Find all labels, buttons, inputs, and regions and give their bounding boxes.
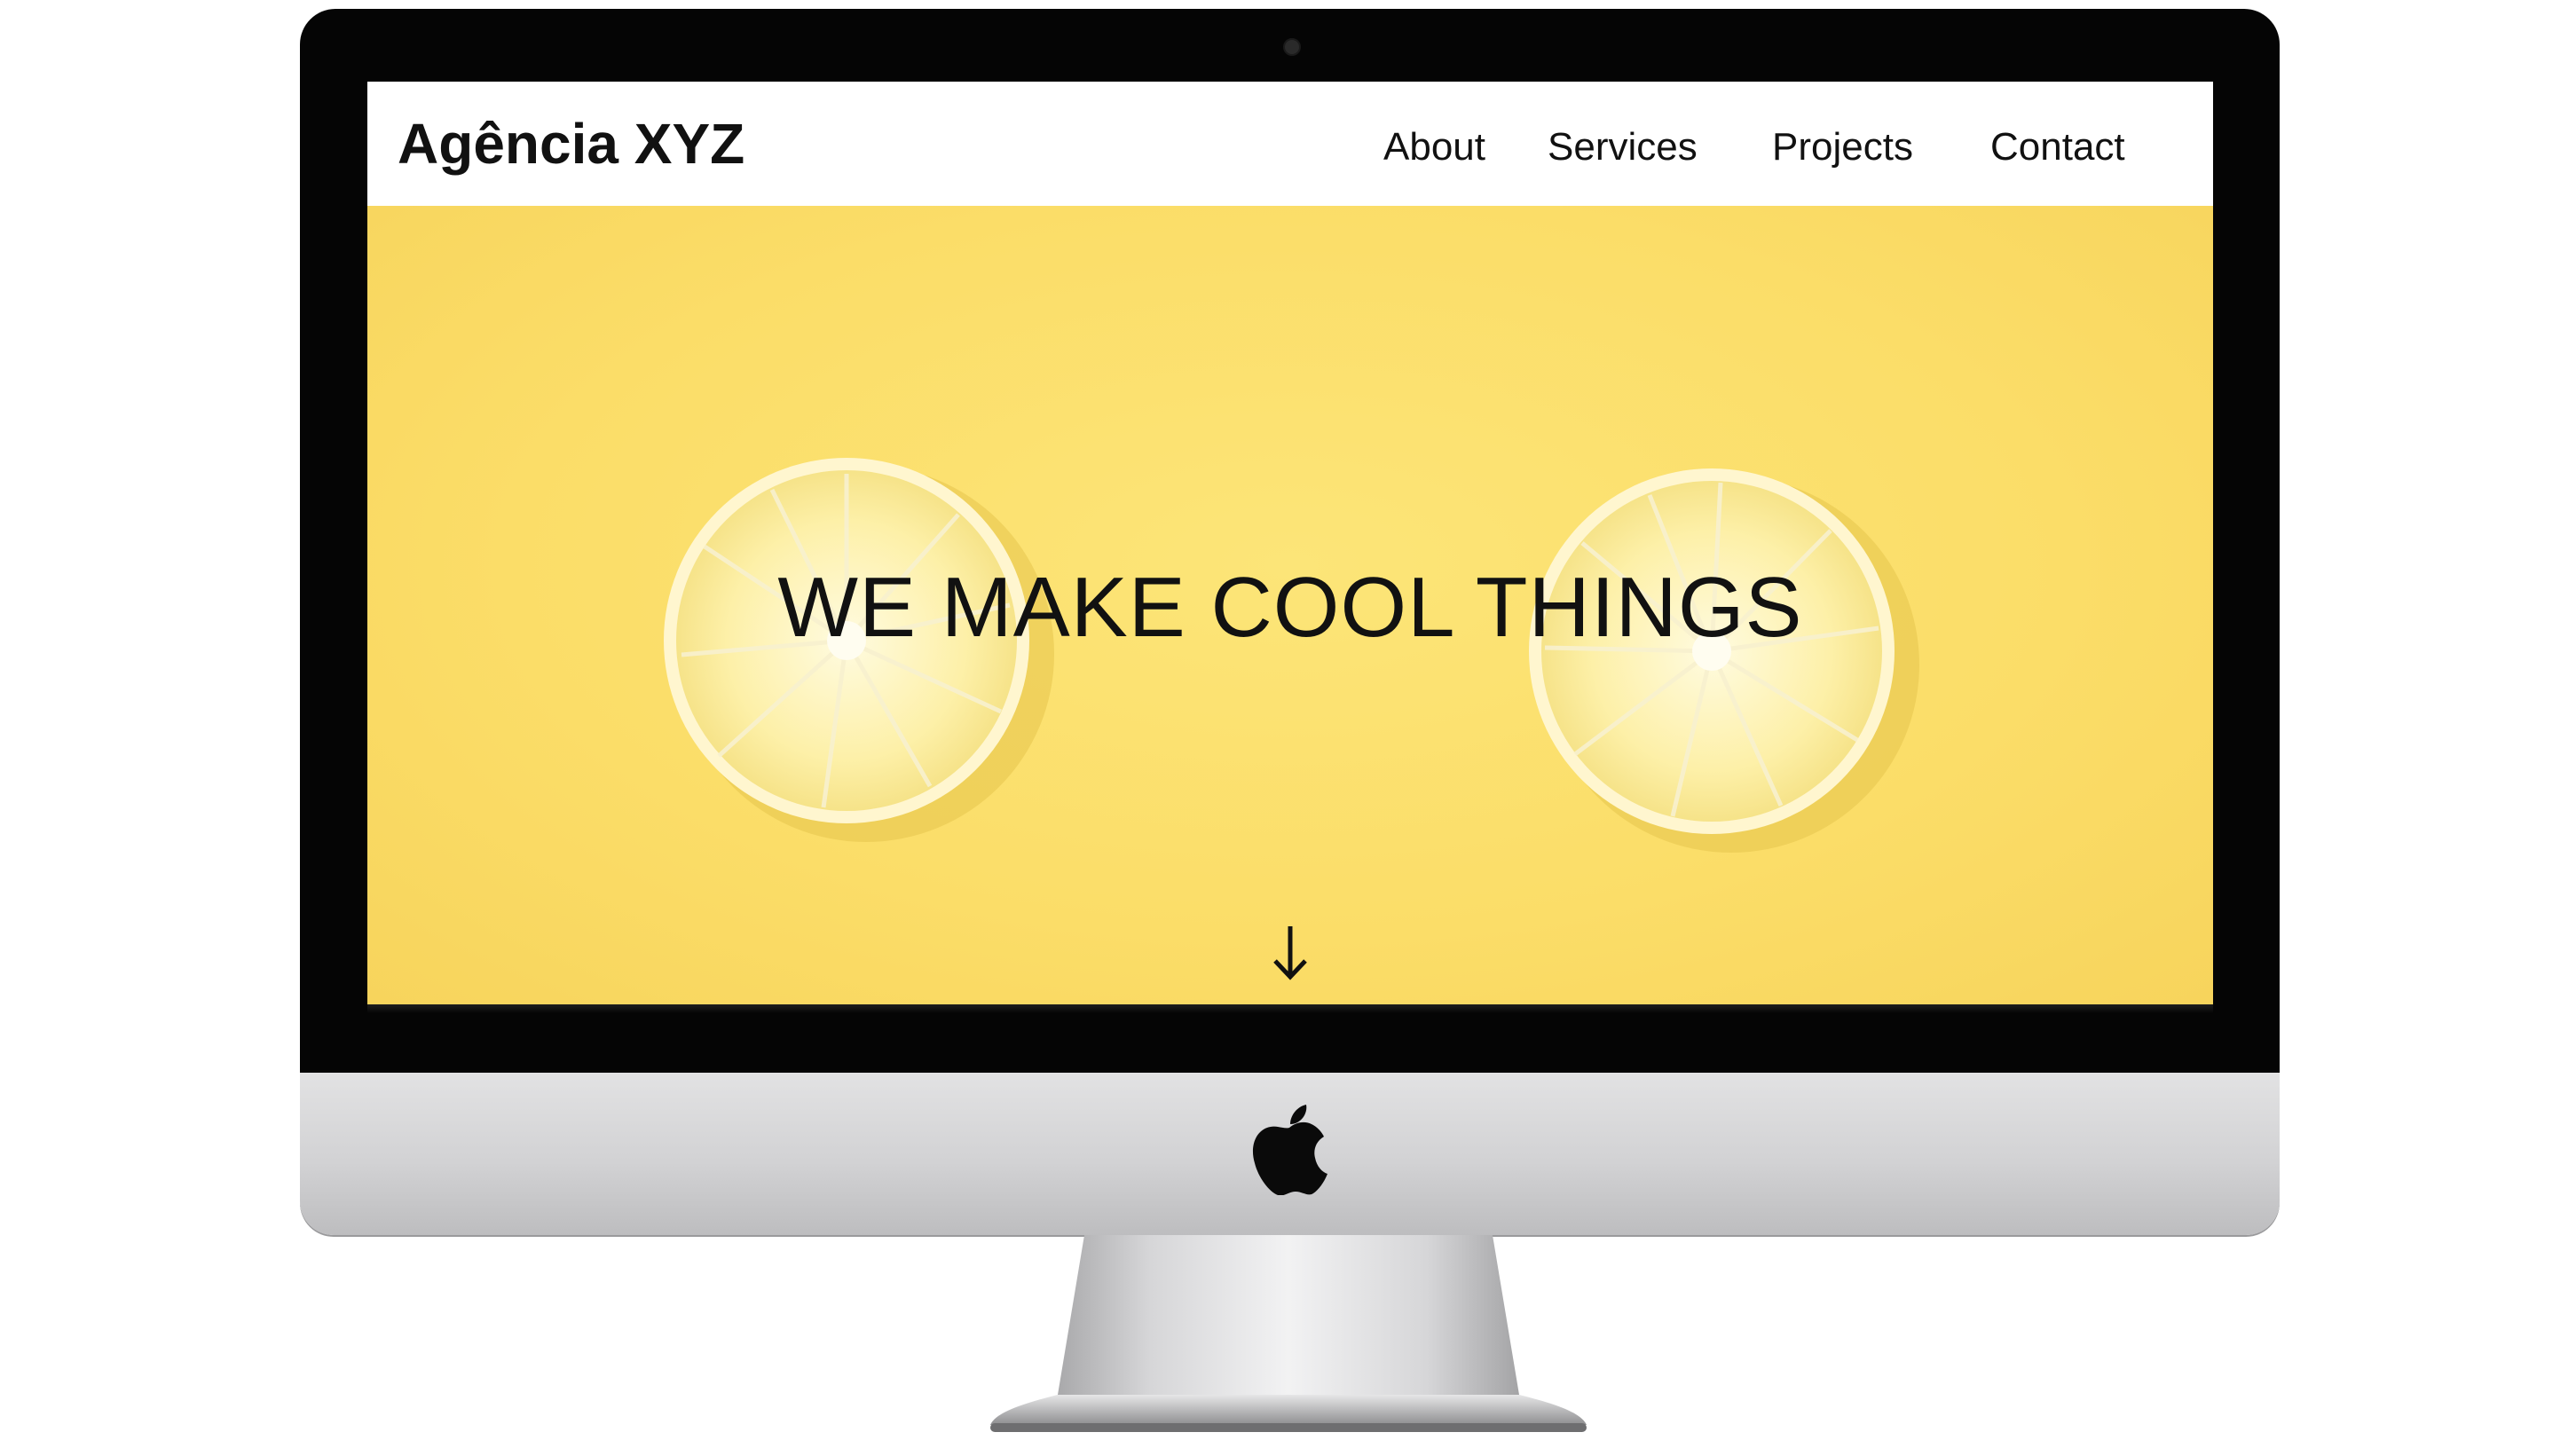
hero-section: WE MAKE COOL THINGS xyxy=(367,206,2213,1004)
monitor-stand xyxy=(990,1235,1587,1432)
nav-link-contact[interactable]: Contact xyxy=(1990,121,2125,174)
camera-icon xyxy=(1283,38,1301,56)
site-header: Agência XYZ About Services Projects Cont… xyxy=(367,82,2213,206)
brand-logo[interactable]: Agência XYZ xyxy=(398,110,744,177)
apple-logo-icon xyxy=(1252,1105,1327,1195)
hero-headline: WE MAKE COOL THINGS xyxy=(777,560,1803,655)
nav-link-about[interactable]: About xyxy=(1383,121,1485,174)
website-screen: Agência XYZ About Services Projects Cont… xyxy=(367,82,2213,1004)
screen-edge-shadow xyxy=(367,1004,2213,1013)
arrow-down-icon[interactable] xyxy=(1268,921,1312,983)
nav-link-projects[interactable]: Projects xyxy=(1772,121,1913,174)
nav-link-services[interactable]: Services xyxy=(1548,121,1698,174)
